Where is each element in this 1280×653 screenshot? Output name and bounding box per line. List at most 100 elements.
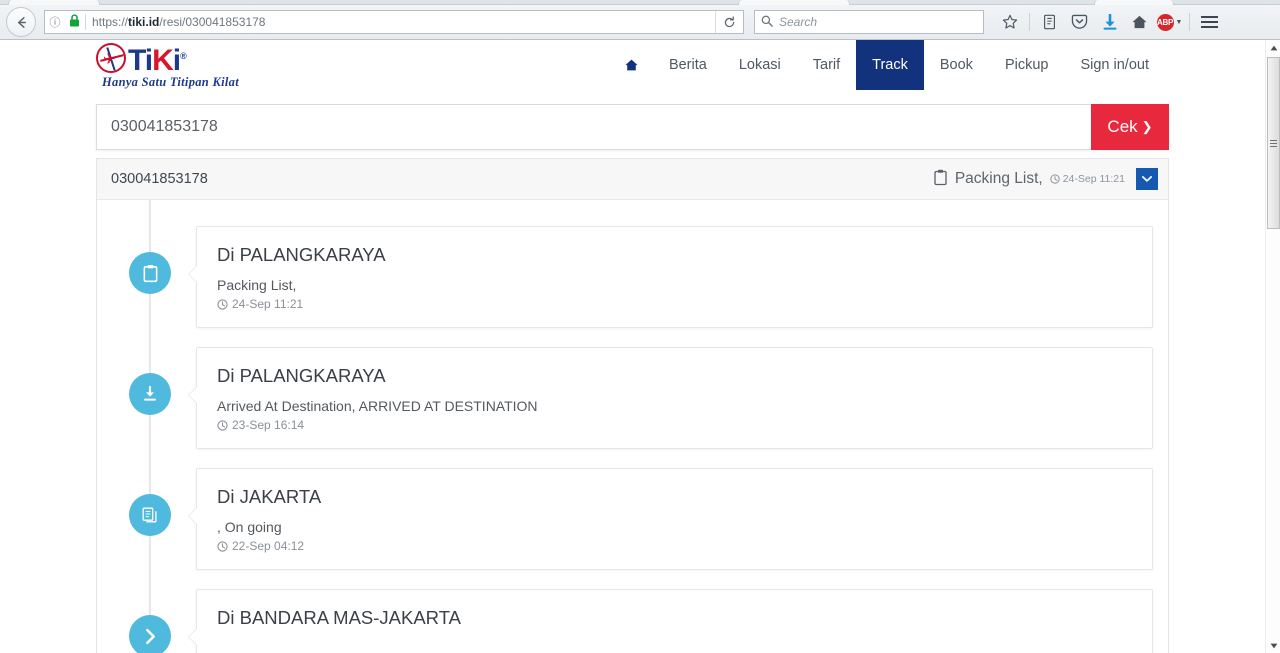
nav-item-tarif[interactable]: Tarif [797,40,856,90]
timeline-marker-chevron [129,615,171,653]
search-placeholder-text: Search [779,15,818,29]
reload-button[interactable] [715,11,743,33]
library-button[interactable] [1036,9,1063,35]
tracking-result-panel: 030041853178 Packing List, 24-Sep 11:21 … [96,158,1169,653]
chevron-right-icon: ❯ [1141,119,1153,134]
airplane-glyph: ✈ [103,51,116,68]
result-status-timestamp: 24-Sep 11:21 [1050,173,1125,185]
result-status-label: Packing List, [954,170,1043,187]
menu-button[interactable] [1196,9,1223,35]
scroll-up-button[interactable] [1266,40,1280,55]
timeline-description: Arrived At Destination, ARRIVED AT DESTI… [217,398,538,414]
result-resi-number: 030041853178 [111,171,208,187]
timeline-location: Di BANDARA MAS-JAKARTA [217,607,461,628]
accordion-header[interactable]: 030041853178 Packing List, 24-Sep 11:21 [97,159,1168,200]
track-area: Cek ❯ 030041853178 Packing List, [0,104,1265,653]
timeline-marker-download [129,373,171,415]
adblock-plus-icon: ABP [1156,13,1174,31]
bookmark-star-button[interactable] [996,9,1023,35]
url-text: https://tiki.id/resi/030041853178 [92,15,266,29]
timeline-item: Di PALANGKARAYA Packing List, 24-Sep 11:… [97,226,1168,328]
timeline-timestamp: 23-Sep 16:14 [217,418,1132,432]
nav-item-pickup[interactable]: Pickup [989,40,1065,90]
navigation-toolbar: ⓘ https://tiki.id/resi/030041853178 Sear… [0,5,1280,39]
timeline-item: Di PALANGKARAYA Arrived At Destination, … [97,347,1168,449]
logo-wordmark: TiKi® [128,43,187,77]
documents-stack-icon [142,507,157,523]
pocket-button[interactable] [1066,9,1093,35]
home-icon [1132,15,1147,29]
browser-chrome: ⓘ https://tiki.id/resi/030041853178 Sear… [0,0,1280,40]
timeline-item: Di JAKARTA , On going 22-Sep 04:12 [97,468,1168,570]
nav-item-lokasi[interactable]: Lokasi [723,40,797,90]
search-icon [761,15,773,30]
toolbar-divider [1189,13,1190,31]
download-inbox-icon [144,385,156,401]
resi-search-row: Cek ❯ [96,104,1169,150]
url-divider [85,14,86,30]
toolbar-icon-group: ABP ▼ [996,9,1223,35]
chevron-down-icon: ▼ [1175,18,1183,26]
timeline-location: Di JAKARTA [217,486,322,507]
timeline-location: Di PALANGKARAYA [217,365,386,386]
menu-hamburger-icon [1201,16,1218,28]
scroll-down-button[interactable] [1266,638,1280,653]
nav-item-track[interactable]: Track [856,40,924,90]
toolbar-divider [1029,13,1030,31]
resi-search-input[interactable] [96,104,1091,150]
pocket-icon [1071,14,1088,29]
adblock-plus-button[interactable]: ABP ▼ [1156,9,1183,35]
clock-icon [217,298,228,310]
timeline-marker-documents [129,494,171,536]
back-arrow-icon [17,16,26,28]
clipboard-icon [933,169,948,190]
scroll-down-arrow-icon [1270,643,1277,648]
search-input[interactable]: Search [754,10,984,34]
scroll-thumb-grip [1270,139,1277,147]
tiki-logo[interactable]: ✈ TiKi® Hanya Satu Titipan Kilat [96,42,276,89]
home-icon [625,59,638,71]
reload-icon [724,15,735,27]
clipboard-icon [143,264,157,282]
timeline-marker-clipboard [129,252,171,294]
clock-icon [217,540,228,552]
main-navigation: Berita Lokasi Tarif Track Book Pickup Si… [610,40,1165,90]
lock-icon[interactable] [65,14,83,30]
timeline-card: Di PALANGKARAYA Arrived At Destination, … [188,347,1153,449]
back-button[interactable] [6,7,36,37]
page-content: ✈ TiKi® Hanya Satu Titipan Kilat Berita … [0,40,1265,653]
nav-item-home[interactable] [610,40,653,90]
timeline-card: Di JAKARTA , On going 22-Sep 04:12 [188,468,1153,570]
timeline-timestamp: 24-Sep 11:21 [217,297,1132,311]
site-header: ✈ TiKi® Hanya Satu Titipan Kilat Berita … [0,40,1265,90]
home-button[interactable] [1126,9,1153,35]
timeline-card: Di BANDARA MAS-JAKARTA [188,589,1153,653]
chevron-right-icon [145,628,155,644]
chevron-down-icon [1142,176,1152,182]
library-icon [1044,14,1055,30]
cek-button[interactable]: Cek ❯ [1091,104,1169,150]
tracking-timeline: Di PALANGKARAYA Packing List, 24-Sep 11:… [97,200,1168,653]
scroll-thumb[interactable] [1267,57,1280,229]
url-bar[interactable]: ⓘ https://tiki.id/resi/030041853178 [44,10,744,34]
logo-tagline: Hanya Satu Titipan Kilat [102,74,239,89]
nav-item-sign-in-out[interactable]: Sign in/out [1064,40,1165,90]
globe-airplane-icon: ✈ [96,43,126,73]
scroll-up-arrow-icon [1270,45,1277,50]
downloads-icon [1103,14,1116,30]
nav-item-berita[interactable]: Berita [653,40,723,90]
accordion-toggle-button[interactable] [1136,168,1158,190]
clock-icon [217,419,228,431]
timeline-location: Di PALANGKARAYA [217,244,386,265]
cek-label: Cek [1107,117,1138,136]
clock-icon [1050,174,1060,184]
timeline-card: Di PALANGKARAYA Packing List, 24-Sep 11:… [188,226,1153,328]
timeline-description: Packing List, [217,277,297,293]
content-scrollbar[interactable] [1265,40,1280,653]
timeline-description: , On going [217,519,282,535]
downloads-button[interactable] [1096,9,1123,35]
nav-item-book[interactable]: Book [924,40,989,90]
bookmark-star-icon [1002,14,1017,29]
page-info-icon[interactable]: ⓘ [45,14,65,30]
timeline-item: Di BANDARA MAS-JAKARTA [97,589,1168,653]
